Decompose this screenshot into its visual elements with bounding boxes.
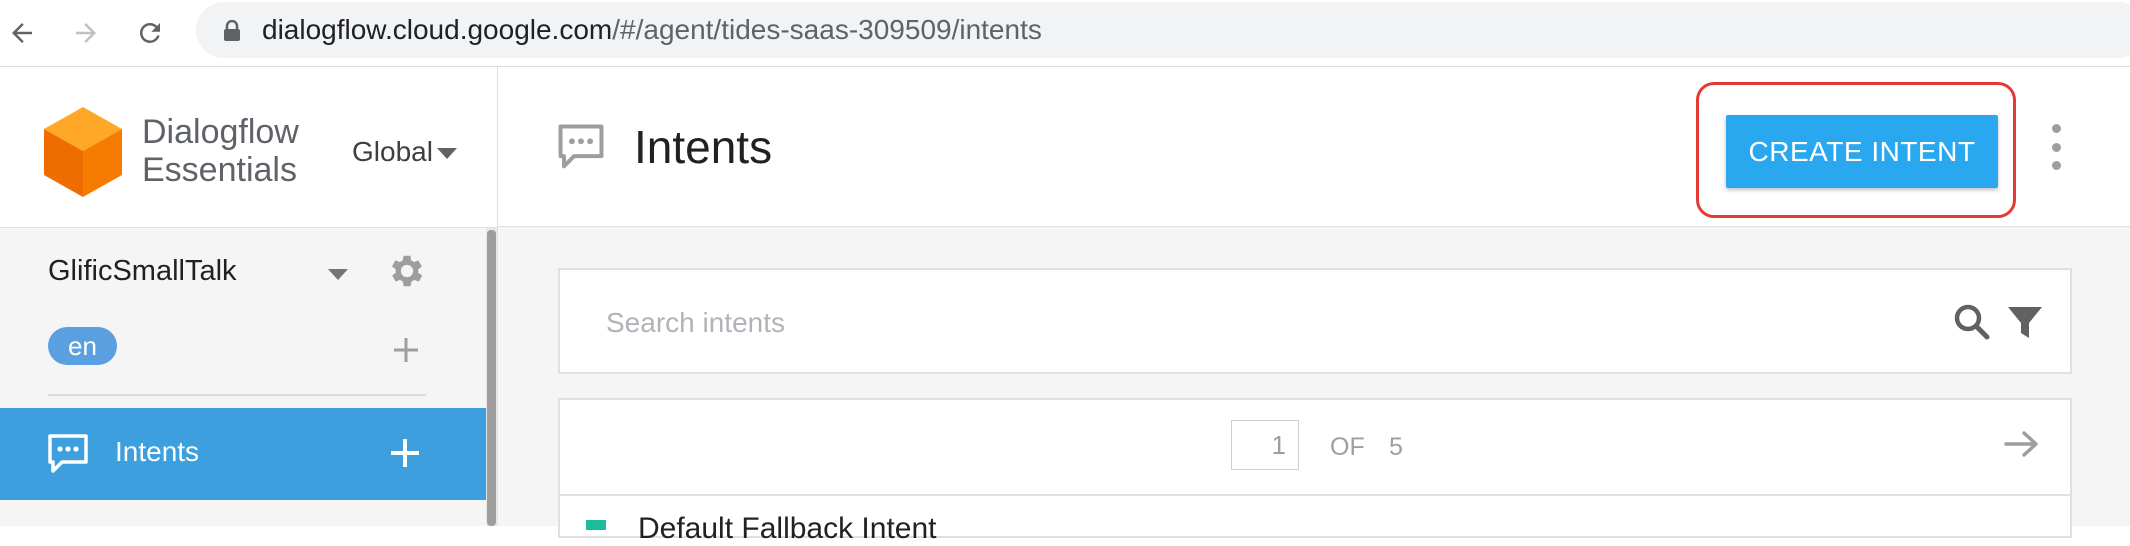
url-path: /#/agent/tides-saas-309509/intents bbox=[612, 14, 1042, 45]
brand-line-2: Essentials bbox=[142, 151, 297, 189]
lock-icon bbox=[222, 19, 242, 42]
region-label: Global bbox=[352, 136, 433, 167]
sidebar-item-label: Intents bbox=[115, 436, 200, 467]
dialogflow-logo-icon[interactable] bbox=[44, 107, 122, 202]
url-host: dialogflow.cloud.google.com bbox=[262, 14, 613, 45]
create-intent-button[interactable]: CREATE INTENT bbox=[1726, 115, 1998, 188]
page-title: Intents bbox=[634, 121, 773, 173]
brand-line-1: Dialogflow bbox=[142, 113, 299, 151]
intents-chat-icon bbox=[46, 432, 90, 481]
intent-status-marker bbox=[586, 520, 606, 530]
sidebar-divider bbox=[48, 394, 426, 396]
reload-icon[interactable] bbox=[128, 11, 172, 55]
next-page-arrow-icon[interactable] bbox=[2004, 430, 2040, 463]
url-text[interactable]: dialogflow.cloud.google.com/#/agent/tide… bbox=[262, 12, 1042, 48]
sidebar-scrollbar-thumb[interactable] bbox=[487, 230, 496, 526]
region-dropdown-icon[interactable] bbox=[437, 148, 457, 159]
brand-name: Dialogflow Essentials bbox=[142, 113, 299, 189]
search-icon[interactable] bbox=[1952, 302, 1992, 347]
intents-header-icon bbox=[556, 122, 606, 177]
agent-name[interactable]: GlificSmallTalk bbox=[48, 255, 237, 288]
region-selector[interactable]: Global bbox=[352, 136, 433, 168]
add-intent-icon[interactable] bbox=[390, 438, 420, 473]
forward-arrow-icon[interactable] bbox=[64, 11, 108, 55]
language-badge[interactable]: en bbox=[48, 327, 117, 365]
add-language-icon[interactable] bbox=[392, 336, 420, 369]
list-divider bbox=[560, 494, 2070, 496]
page-number-input[interactable]: 1 bbox=[1231, 420, 1299, 470]
search-input[interactable] bbox=[604, 300, 1908, 346]
settings-gear-icon[interactable] bbox=[386, 250, 428, 297]
agent-dropdown-icon[interactable] bbox=[328, 269, 348, 280]
pagination-of-label: OF bbox=[1330, 433, 1365, 461]
filter-icon[interactable] bbox=[2006, 304, 2044, 347]
more-options-icon[interactable] bbox=[2046, 124, 2066, 170]
pagination-total: 5 bbox=[1389, 433, 1403, 461]
list-item[interactable]: Default Fallback Intent bbox=[638, 512, 937, 546]
back-arrow-icon[interactable] bbox=[0, 11, 44, 55]
